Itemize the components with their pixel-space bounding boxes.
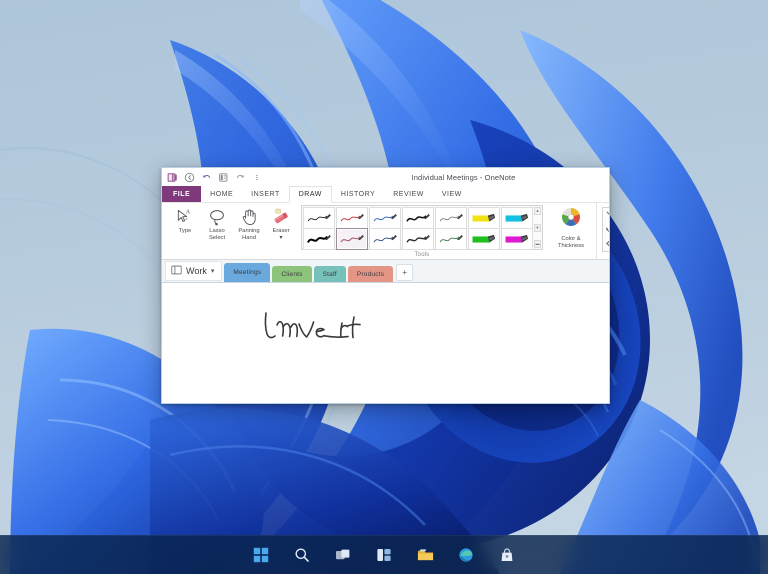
lasso-select-label: Lasso Select [208, 228, 226, 242]
edge-button[interactable] [453, 542, 479, 568]
dock-window-icon[interactable] [217, 171, 229, 183]
tools-group-label: Tools [414, 252, 430, 258]
pen-grid[interactable] [303, 207, 533, 250]
section-tab-staff-label: Staff [322, 270, 337, 278]
ribbon-tab-draw[interactable]: DRAW [288, 186, 332, 203]
taskbar[interactable] [0, 535, 768, 574]
lasso-icon [207, 205, 227, 227]
color-wheel-icon [559, 205, 583, 234]
lasso-select-tool[interactable]: Lasso Select [203, 205, 231, 242]
color-and-thickness-button[interactable]: Color & Thickness [551, 205, 591, 250]
panning-hand-tool[interactable]: Panning Hand [235, 205, 263, 242]
shape-diamond[interactable] [604, 237, 609, 250]
pen-rose[interactable] [336, 228, 368, 250]
eraser-tool[interactable]: Eraser ▾ [267, 205, 295, 242]
cursor-text-icon: A a [175, 205, 195, 227]
pen-red[interactable] [336, 207, 368, 229]
ribbon-group-tools: A a Type Lasso Select Panning Hand Erase… [166, 203, 596, 259]
hand-icon [239, 205, 259, 227]
type-tool-label: Type [178, 228, 192, 234]
highlighter-magenta[interactable] [501, 228, 533, 250]
onenote-app-icon [166, 171, 178, 183]
add-section-button[interactable]: + [396, 264, 414, 281]
shape-curved-arrow[interactable] [604, 223, 609, 236]
redo-icon[interactable] [234, 171, 246, 183]
pen-black-thick[interactable] [303, 228, 335, 250]
section-tab-clients-label: Clients [281, 270, 303, 278]
shapes-grid[interactable] [604, 209, 609, 250]
ribbon-tab-bar[interactable]: FILE HOME INSERT DRAW HISTORY REVIEW VIE… [162, 186, 609, 203]
pen-gallery-scroll-down[interactable]: ▼ [534, 223, 541, 232]
pen-gallery-scroll[interactable]: ▲ ▼ ▬ [534, 207, 541, 248]
pen-black-thin[interactable] [303, 207, 335, 229]
highlighter-yellow[interactable] [468, 207, 500, 229]
desktop: Individual Meetings - OneNote FILE HOME … [0, 0, 768, 574]
ribbon-tab-view[interactable]: VIEW [433, 186, 471, 202]
ribbon-body[interactable]: A a Type Lasso Select Panning Hand Erase… [162, 203, 609, 260]
pen-blue[interactable] [369, 207, 401, 229]
section-tab-products[interactable]: Products [347, 266, 394, 282]
shape-line-diagonal[interactable] [604, 209, 609, 222]
shapes-gallery[interactable]: ▲ ▼ ▬ [602, 207, 609, 252]
ribbon-group-shapes: ▲ ▼ ▬ Shapes [596, 203, 609, 259]
notebook-icon [171, 265, 182, 277]
pen-charcoal[interactable] [402, 228, 434, 250]
onenote-window[interactable]: Individual Meetings - OneNote FILE HOME … [161, 167, 610, 404]
section-tab-bar[interactable]: Work ▾ Meetings Clients Staff Products + [162, 260, 609, 283]
pen-green[interactable] [435, 228, 467, 250]
notebook-selector[interactable]: Work ▾ [165, 261, 223, 281]
page-canvas[interactable] [162, 283, 609, 403]
highlighter-cyan[interactable] [501, 207, 533, 229]
color-thickness-label: Color & Thickness [557, 236, 585, 250]
pen-gallery-scroll-up[interactable]: ▲ [534, 207, 541, 215]
file-explorer-button[interactable] [412, 542, 438, 568]
start-button[interactable] [248, 542, 274, 568]
eraser-icon [270, 205, 292, 227]
window-title: Individual Meetings - OneNote [411, 172, 516, 182]
ribbon-tab-insert[interactable]: INSERT [242, 186, 289, 202]
ribbon-tab-home[interactable]: HOME [201, 186, 242, 202]
taskbar-icon-group[interactable] [248, 542, 520, 568]
notebook-name: Work [186, 266, 207, 276]
ink-handwriting [260, 305, 380, 356]
section-tab-staff[interactable]: Staff [313, 266, 346, 282]
back-arrow-icon[interactable] [183, 171, 195, 183]
svg-text:a: a [186, 216, 188, 221]
pen-gallery-expand[interactable]: ▬ [534, 240, 541, 248]
pen-black-medium[interactable] [402, 207, 434, 229]
undo-icon[interactable] [200, 171, 212, 183]
pen-gallery[interactable]: ▲ ▼ ▬ [301, 205, 543, 250]
section-bar-filler [413, 281, 606, 282]
svg-text:A: A [186, 210, 191, 216]
pen-navy[interactable] [369, 228, 401, 250]
section-tab-products-label: Products [356, 270, 385, 278]
ribbon-tab-review[interactable]: REVIEW [384, 186, 433, 202]
widgets-button[interactable] [371, 542, 397, 568]
title-bar: Individual Meetings - OneNote [162, 168, 609, 186]
panning-hand-label: Panning Hand [238, 228, 260, 242]
search-button[interactable] [289, 542, 315, 568]
eraser-label: Eraser ▾ [272, 228, 290, 242]
highlighter-green[interactable] [468, 228, 500, 250]
ellipsis-vertical-icon[interactable] [251, 171, 263, 183]
section-tab-meetings-label: Meetings [233, 269, 262, 276]
task-view-button[interactable] [330, 542, 356, 568]
chevron-down-icon[interactable]: ▾ [211, 267, 215, 275]
ribbon-tab-file[interactable]: FILE [162, 186, 202, 202]
store-button[interactable] [494, 542, 520, 568]
quick-access-toolbar[interactable] [162, 171, 263, 183]
type-tool[interactable]: A a Type [171, 205, 199, 235]
section-tab-meetings[interactable]: Meetings [224, 263, 271, 282]
shapes-group-label: Shapes [602, 252, 609, 259]
ribbon-tab-history[interactable]: HISTORY [332, 186, 384, 202]
section-tab-clients[interactable]: Clients [272, 266, 312, 282]
pen-gray[interactable] [435, 207, 467, 229]
